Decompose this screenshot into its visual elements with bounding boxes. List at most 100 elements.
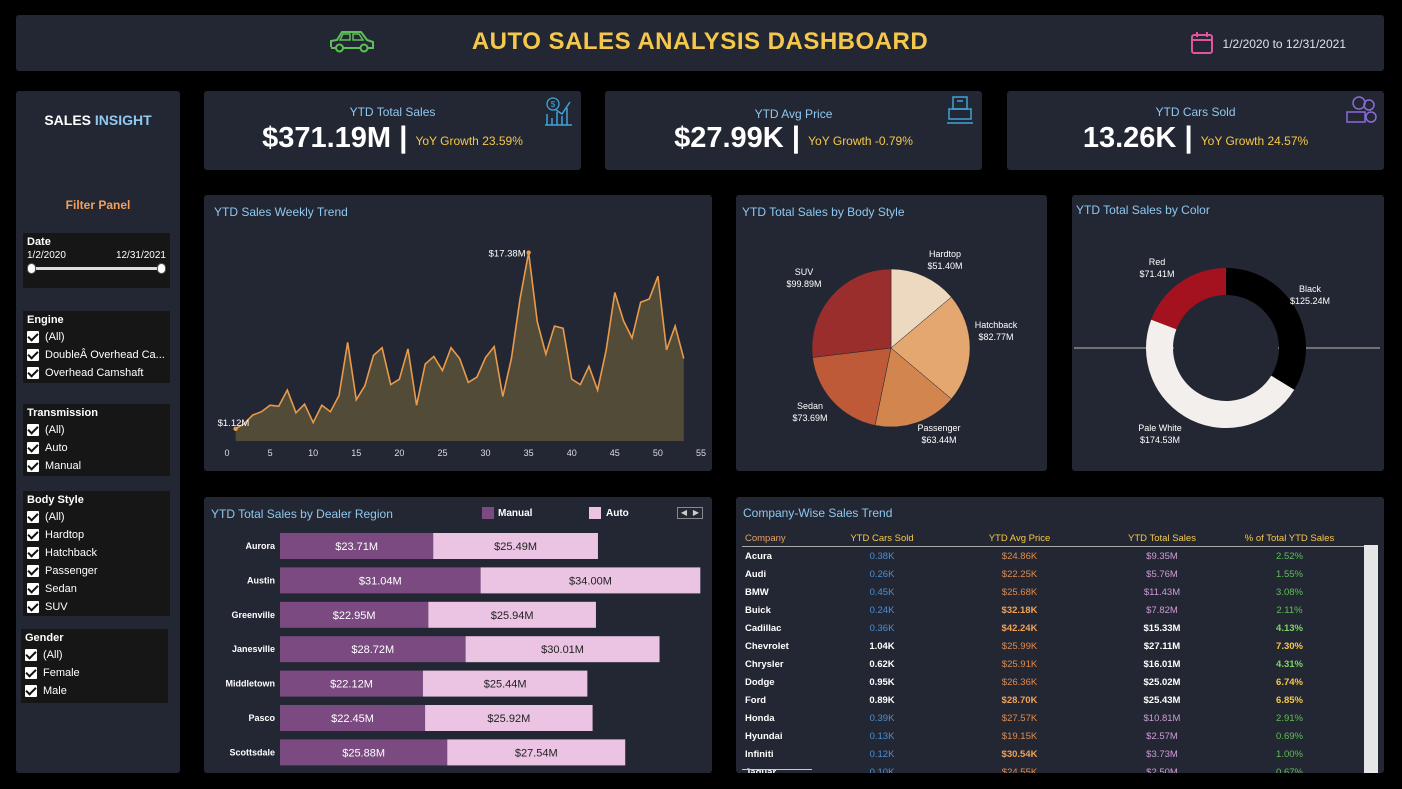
x-tick-label: 45 <box>610 448 620 458</box>
checkbox[interactable] <box>25 685 37 697</box>
table-row[interactable]: Ford 0.89K $28.70K $25.43M 6.85% <box>742 691 1365 709</box>
table-cell: 0.62K <box>869 658 895 670</box>
table-row[interactable]: Infiniti 0.12K $30.54K $3.73M 1.00% <box>742 745 1365 763</box>
body-style-option-passenger[interactable]: Passenger <box>27 562 166 580</box>
checkbox[interactable] <box>27 547 39 559</box>
slider-start-handle[interactable] <box>27 263 36 274</box>
table-h-scrollbar[interactable] <box>742 769 812 770</box>
region-label: Middletown <box>226 679 276 689</box>
checkbox[interactable] <box>27 583 39 595</box>
gender-option-all[interactable]: (All) <box>25 646 164 664</box>
table-cell: Chrysler <box>745 658 784 670</box>
body-style-option-sedan[interactable]: Sedan <box>27 580 166 598</box>
table-row[interactable]: Hyundai 0.13K $19.15K $2.57M 0.69% <box>742 727 1365 745</box>
table-row[interactable]: Audi 0.26K $22.25K $5.76M 1.55% <box>742 565 1365 583</box>
table-scrollbar[interactable] <box>1364 545 1378 773</box>
body-style-option-hatchback[interactable]: Hatchback <box>27 544 166 562</box>
checkbox[interactable] <box>25 667 37 679</box>
table-cell: 0.45K <box>869 586 895 598</box>
table-row[interactable]: Honda 0.39K $27.57K $10.81M 2.91% <box>742 709 1365 727</box>
table-cell: $9.35M <box>1146 550 1178 562</box>
table-cell: $24.55K <box>1001 766 1038 774</box>
body-style-option-hardtop[interactable]: Hardtop <box>27 526 166 544</box>
checkbox[interactable] <box>27 367 39 379</box>
table-cell: $24.86K <box>1001 550 1038 562</box>
calendar-icon <box>1191 32 1213 54</box>
table-cell: $2.57M <box>1146 730 1178 742</box>
header-bar: AUTO SALES ANALYSIS DASHBOARD 1/2/2020 t… <box>16 15 1384 71</box>
transmission-option-auto[interactable]: Auto <box>27 439 166 457</box>
pie-slice-suv[interactable] <box>811 268 892 358</box>
transmission-option-all[interactable]: (All) <box>27 421 166 439</box>
kpi-growth: YoY Growth 24.57% <box>1200 134 1309 148</box>
table-row[interactable]: Buick 0.24K $32.18K $7.82M 2.11% <box>742 601 1365 619</box>
checkbox[interactable] <box>27 565 39 577</box>
start-data-label: $1.12M <box>218 418 250 429</box>
table-row[interactable]: Cadillac 0.36K $42.24K $15.33M 4.13% <box>742 619 1365 637</box>
table-row[interactable]: Jaguar0.10K$24.55K$2.50M0.67% <box>742 763 1365 774</box>
kpi-total-sales: YTD Total Sales $ $371.19M | YoY Growth … <box>204 91 581 170</box>
table-cell: 2.52% <box>1276 550 1303 562</box>
col-header-avg-price[interactable]: YTD Avg Price <box>932 533 1107 544</box>
date-range-slider[interactable] <box>27 261 166 277</box>
transmission-option-manual[interactable]: Manual <box>27 457 166 475</box>
checkbox[interactable] <box>25 649 37 661</box>
pie-value-label: $99.89M <box>786 279 821 289</box>
body-style-option-suv[interactable]: SUV <box>27 598 166 616</box>
engine-option-doha[interactable]: DoubleÂ Overhead Ca... <box>27 346 166 364</box>
col-header-pct-total[interactable]: % of Total YTD Sales <box>1217 533 1362 544</box>
option-label: (All) <box>45 331 65 343</box>
region-label: Aurora <box>245 541 275 551</box>
checkbox[interactable] <box>27 601 39 613</box>
table-row[interactable]: BMW 0.45K $25.68K $11.43M 3.08% <box>742 583 1365 601</box>
table-cell: Honda <box>745 712 775 724</box>
table-row[interactable]: Chrysler 0.62K $25.91K $16.01M 4.31% <box>742 655 1365 673</box>
checkbox[interactable] <box>27 442 39 454</box>
trend-point[interactable] <box>526 250 531 255</box>
checkbox[interactable] <box>27 331 39 343</box>
checkbox[interactable] <box>27 424 39 436</box>
body-style-slicer: Body Style (All) Hardtop Hatchback Passe… <box>23 491 170 616</box>
body-style-option-all[interactable]: (All) <box>27 508 166 526</box>
table-cell: BMW <box>745 586 769 598</box>
option-label: (All) <box>45 511 65 523</box>
table-row[interactable]: Dodge 0.95K $26.36K $25.02M 6.74% <box>742 673 1365 691</box>
engine-option-ohc[interactable]: Overhead Camshaft <box>27 364 166 382</box>
option-label: Hardtop <box>45 529 85 541</box>
option-label: SUV <box>45 601 68 613</box>
checkbox[interactable] <box>27 460 39 472</box>
date-slicer-label: Date <box>27 236 51 248</box>
col-header-company[interactable]: Company <box>742 533 832 544</box>
option-label: Passenger <box>45 565 98 577</box>
col-header-total-sales[interactable]: YTD Total Sales <box>1107 533 1217 544</box>
checkbox[interactable] <box>27 511 39 523</box>
region-label: Greenville <box>231 610 275 620</box>
table-cell: 0.39K <box>869 712 895 724</box>
peak-data-label: $17.38M <box>489 249 526 260</box>
engine-option-all[interactable]: (All) <box>27 328 166 346</box>
checkbox[interactable] <box>27 349 39 361</box>
region-label: Austin <box>247 575 275 585</box>
slider-end-handle[interactable] <box>157 263 166 274</box>
engine-slicer: Engine (All) DoubleÂ Overhead Ca... Over… <box>23 311 170 383</box>
table-cell: 3.08% <box>1276 586 1303 598</box>
table-row[interactable]: Chevrolet 1.04K $25.99K $27.11M 7.30% <box>742 637 1365 655</box>
pie-category-label: Hardtop <box>929 249 961 259</box>
table-cell: 0.95K <box>869 676 895 688</box>
gender-option-male[interactable]: Male <box>25 682 164 700</box>
option-label: Male <box>43 685 67 697</box>
table-cell: $22.25K <box>1001 568 1038 580</box>
option-label: Sedan <box>45 583 77 595</box>
pie-category-label: Passenger <box>917 423 960 433</box>
table-cell: $2.50M <box>1146 766 1178 774</box>
col-header-cars-sold[interactable]: YTD Cars Sold <box>832 533 932 544</box>
gender-option-female[interactable]: Female <box>25 664 164 682</box>
checkbox[interactable] <box>27 529 39 541</box>
bar-value-label: $23.71M <box>335 541 378 553</box>
table-cell: Dodge <box>745 676 775 688</box>
date-slicer-values: 1/2/2020 12/31/2021 <box>27 250 166 261</box>
table-row[interactable]: Acura 0.38K $24.86K $9.35M 2.52% <box>742 547 1365 565</box>
table-cell: $42.24K <box>1001 622 1038 634</box>
table-cell: 6.74% <box>1276 676 1303 688</box>
table-cell: 4.13% <box>1276 622 1303 634</box>
